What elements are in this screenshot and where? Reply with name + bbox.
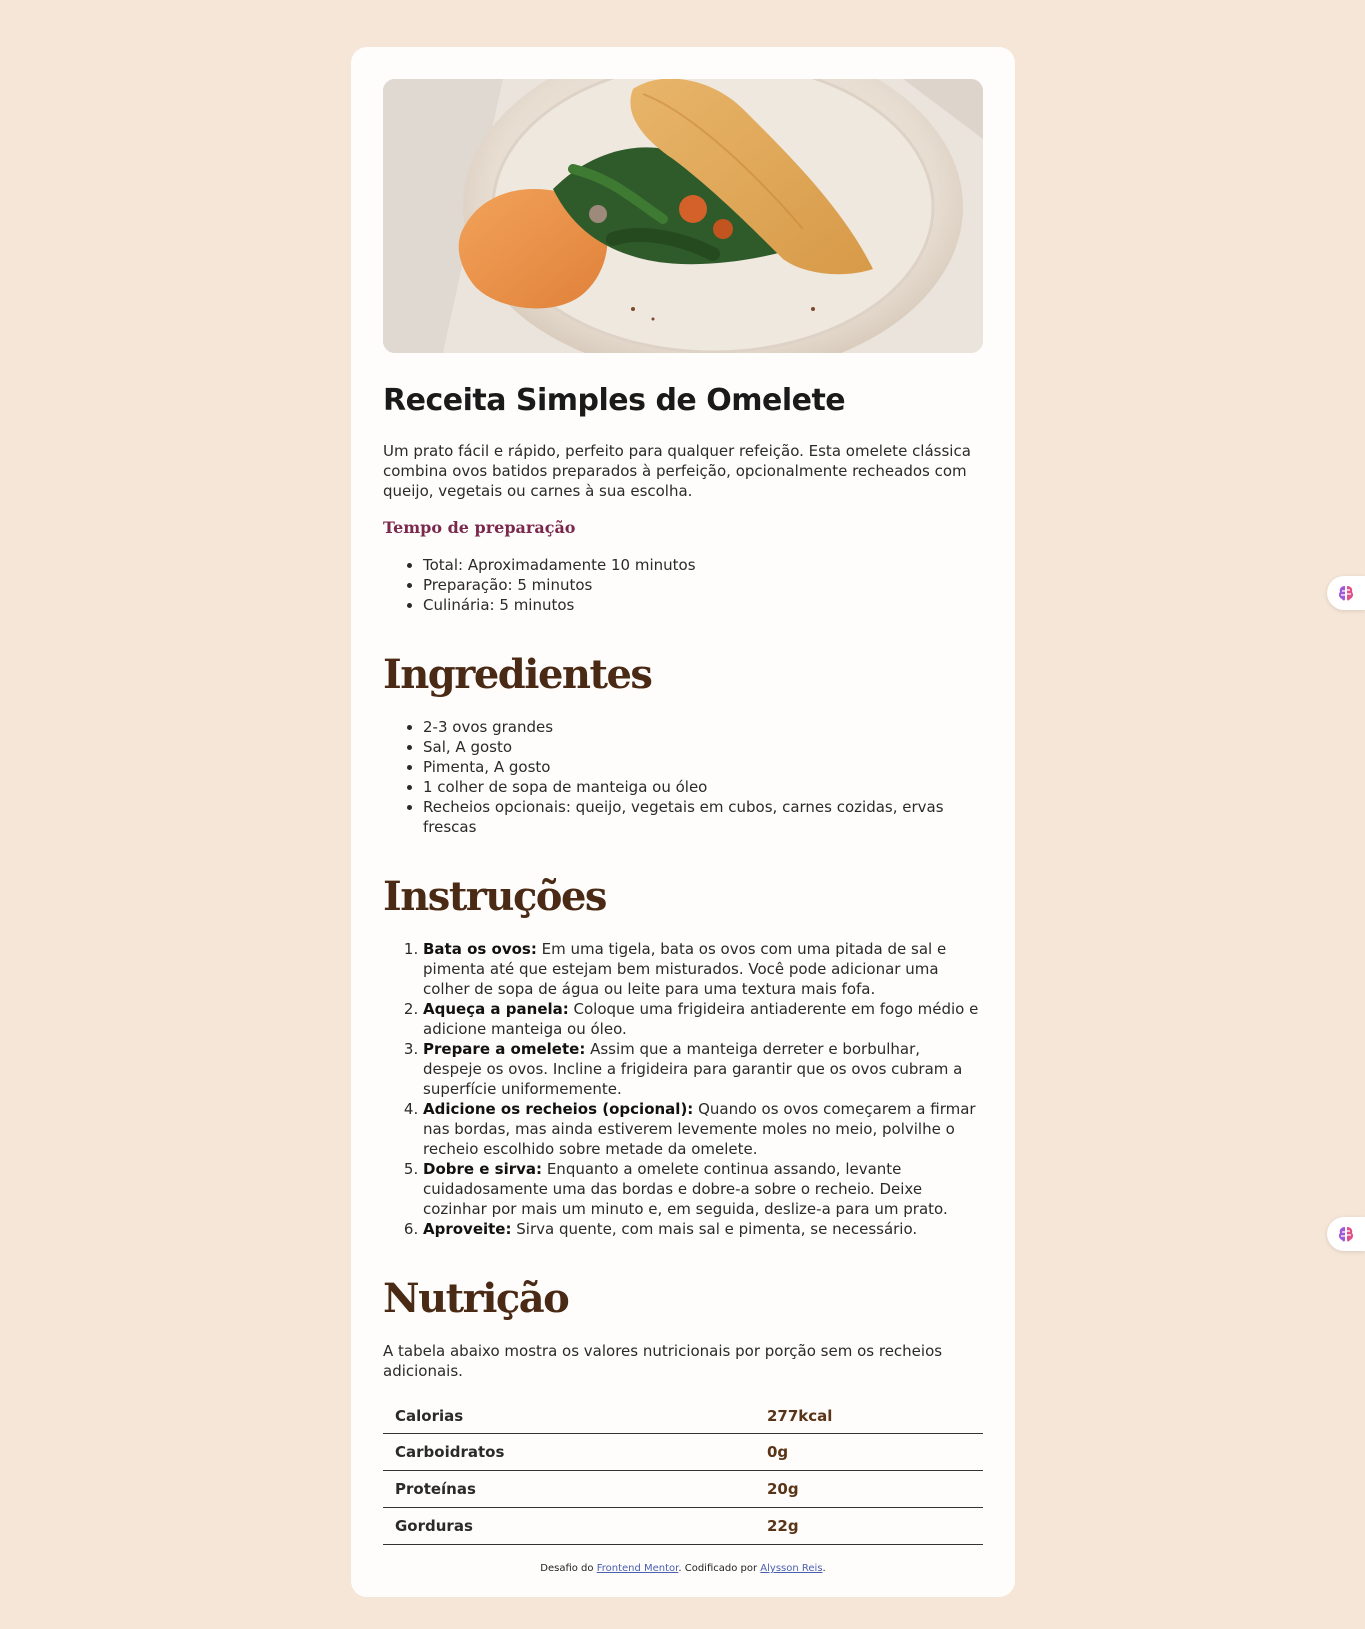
preparation-item-prep: Preparação: 5 minutos [423, 575, 983, 595]
instructions-list: Bata os ovos: Em uma tigela, bata os ovo… [383, 939, 983, 1239]
nutrition-value: 22g [755, 1507, 983, 1545]
preparation-section: Tempo de preparação Total: Aproximadamen… [383, 517, 983, 615]
instruction-step: Prepare a omelete: Assim que a manteiga … [423, 1039, 983, 1099]
ingredient-item: 1 colher de sopa de manteiga ou óleo [423, 777, 983, 797]
nutrition-label: Calorias [383, 1399, 755, 1434]
recipe-description: Um prato fácil e rápido, perfeito para q… [383, 442, 971, 500]
brain-icon [1338, 1227, 1354, 1242]
omelette-illustration [383, 79, 983, 353]
ingredient-item: Pimenta, A gosto [423, 757, 983, 777]
instruction-step: Aqueça a panela: Coloque uma frigideira … [423, 999, 983, 1039]
instruction-step: Dobre e sirva: Enquanto a omelete contin… [423, 1159, 983, 1219]
nutrition-intro: A tabela abaixo mostra os valores nutric… [383, 1342, 943, 1380]
ingredient-item: Recheios opcionais: queijo, vegetais em … [423, 797, 983, 837]
author-link[interactable]: Alysson Reis [760, 1563, 822, 1574]
nutrition-table: Calorias 277kcal Carboidratos 0g Proteín… [383, 1399, 983, 1545]
brain-icon [1338, 586, 1354, 601]
instruction-step: Aproveite: Sirva quente, com mais sal e … [423, 1219, 983, 1239]
nutrition-label: Carboidratos [383, 1433, 755, 1471]
ingredients-heading: Ingredientes [383, 651, 653, 698]
nutrition-label: Gorduras [383, 1507, 755, 1545]
ingredients-list: 2-3 ovos grandes Sal, A gosto Pimenta, A… [383, 717, 983, 837]
preparation-item-cook: Culinária: 5 minutos [423, 595, 983, 615]
attribution-footer: Desafio do Frontend Mentor. Codificado p… [540, 1563, 826, 1574]
table-row: Gorduras 22g [383, 1507, 983, 1545]
preparation-item-total: Total: Aproximadamente 10 minutos [423, 555, 983, 575]
omelette-image [383, 79, 983, 353]
extension-widget-top[interactable] [1327, 576, 1365, 610]
extension-widget-bottom[interactable] [1327, 1217, 1365, 1251]
ingredient-item: 2-3 ovos grandes [423, 717, 983, 737]
preparation-list: Total: Aproximadamente 10 minutos Prepar… [383, 555, 983, 615]
recipe-card: Receita Simples de Omelete Um prato fáci… [351, 47, 1015, 1597]
instruction-step: Bata os ovos: Em uma tigela, bata os ovo… [423, 939, 983, 999]
recipe-title: Receita Simples de Omelete [383, 383, 846, 418]
preparation-heading: Tempo de preparação [383, 518, 576, 537]
nutrition-value: 0g [755, 1433, 983, 1471]
nutrition-value: 20g [755, 1470, 983, 1508]
table-row: Proteínas 20g [383, 1470, 983, 1508]
nutrition-label: Proteínas [383, 1470, 755, 1508]
ingredient-item: Sal, A gosto [423, 737, 983, 757]
instruction-step: Adicione os recheios (opcional): Quando … [423, 1099, 983, 1159]
nutrition-value: 277kcal [755, 1399, 983, 1434]
table-row: Calorias 277kcal [383, 1399, 983, 1434]
table-row: Carboidratos 0g [383, 1433, 983, 1471]
instructions-heading: Instruções [383, 873, 607, 920]
frontend-mentor-link[interactable]: Frontend Mentor [597, 1563, 679, 1574]
nutrition-heading: Nutrição [383, 1275, 570, 1322]
